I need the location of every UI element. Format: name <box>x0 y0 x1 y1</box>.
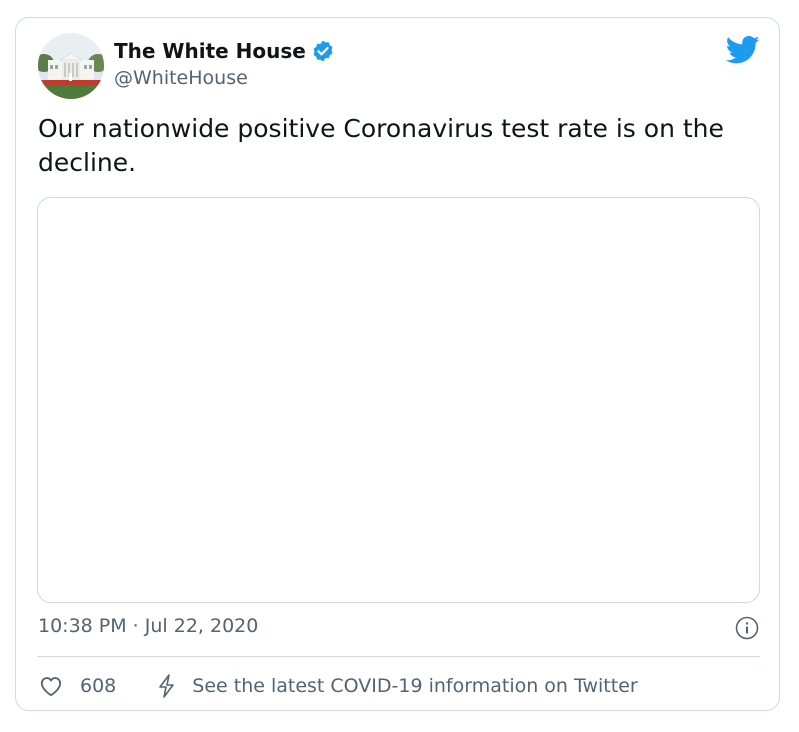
tweet-text: Our nationwide positive Coronavirus test… <box>38 114 724 177</box>
display-name-row[interactable]: The White House <box>114 39 335 63</box>
info-icon[interactable] <box>735 616 759 640</box>
handle[interactable]: @WhiteHouse <box>114 67 248 89</box>
media-placeholder[interactable] <box>37 197 760 603</box>
timestamp[interactable]: 10:38 PM · Jul 22, 2020 <box>38 615 258 637</box>
display-name[interactable]: The White House <box>114 39 306 63</box>
avatar[interactable] <box>38 33 104 99</box>
heart-icon[interactable] <box>38 673 64 699</box>
tweet-card[interactable]: The White House @WhiteHouse Our nationwi… <box>15 17 780 711</box>
lightning-icon <box>156 674 178 698</box>
verified-badge-icon <box>311 39 335 63</box>
twitter-bird-icon[interactable] <box>725 35 760 65</box>
white-house-avatar-image <box>38 33 104 99</box>
action-bar: 608 See the latest COVID-19 information … <box>38 672 638 700</box>
covid-info-link[interactable]: See the latest COVID-19 information on T… <box>192 675 637 697</box>
like-count[interactable]: 608 <box>80 675 116 697</box>
divider <box>37 656 760 657</box>
